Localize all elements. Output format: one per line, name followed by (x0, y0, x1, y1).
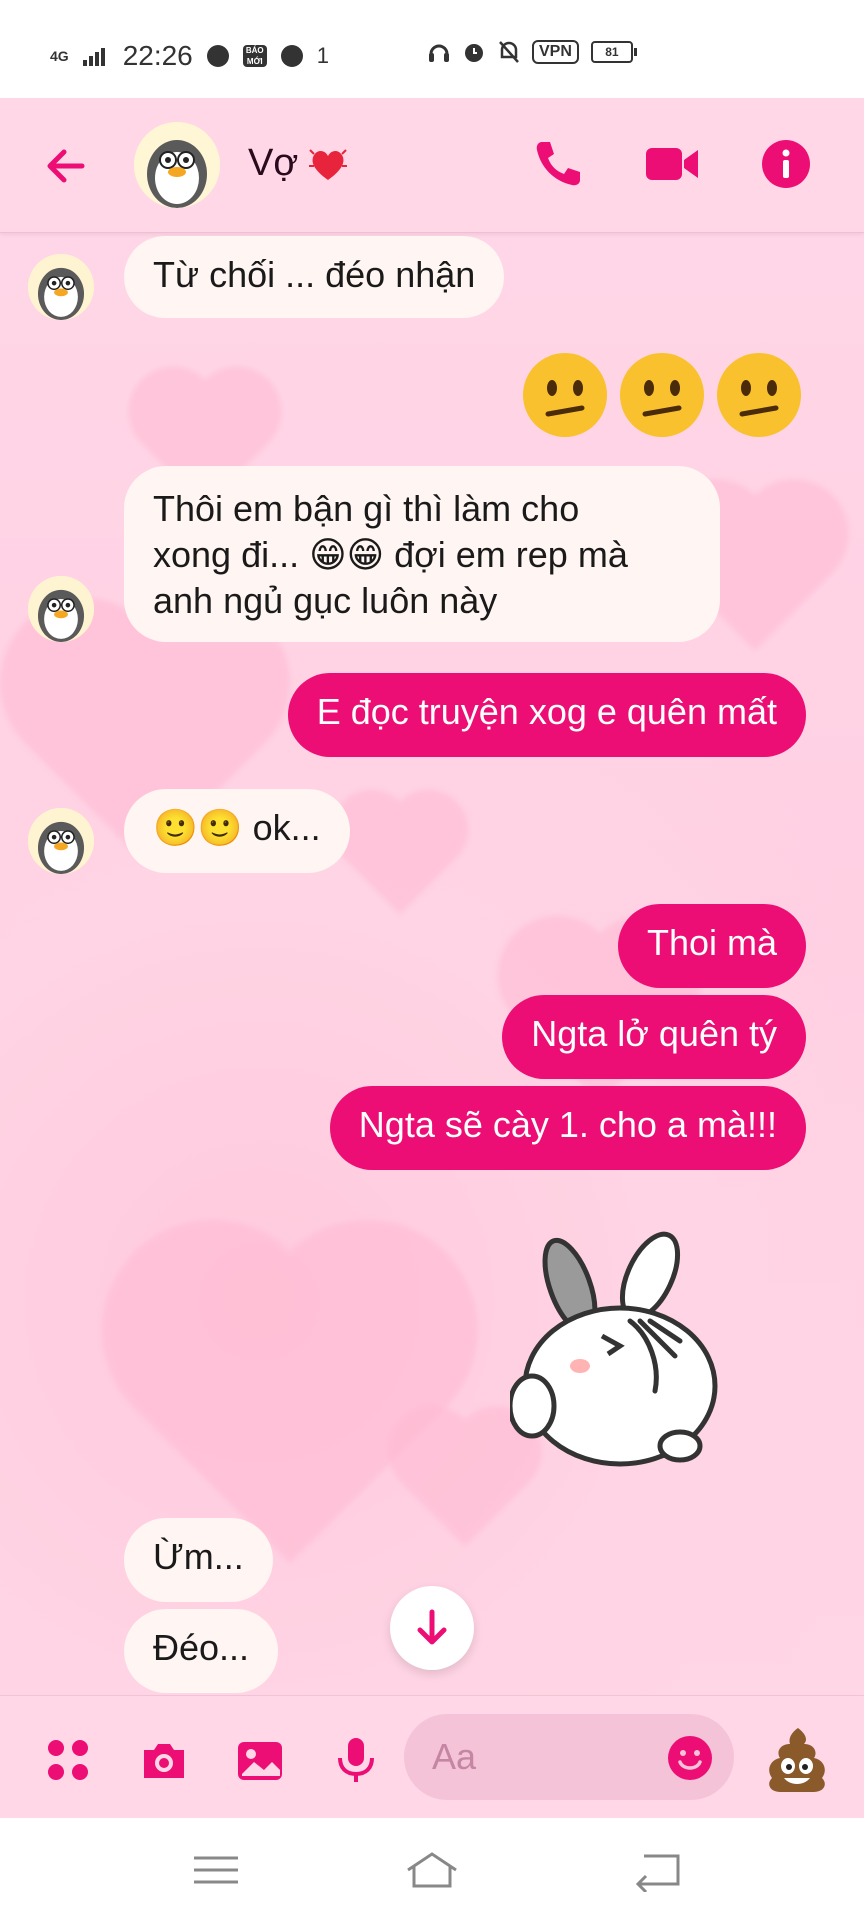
menu-icon[interactable] (186, 1848, 246, 1892)
clock: 22:26 (122, 40, 193, 71)
bunny-facepalm-sticker[interactable] (510, 1226, 740, 1476)
poop-emoji-quick-reaction-icon[interactable] (762, 1724, 832, 1794)
incoming-message[interactable]: 🙂🙂 ok... (124, 789, 350, 873)
camera-icon[interactable] (138, 1734, 190, 1786)
status-bar: 4G 22:26 BÁO MỚI 1 VPN 81 (0, 0, 864, 98)
outgoing-message[interactable]: Thoi mà (617, 904, 806, 988)
back-icon[interactable] (628, 1848, 688, 1892)
penguin-avatar-icon (28, 808, 94, 874)
home-icon[interactable] (402, 1848, 462, 1892)
incoming-message[interactable]: Thôi em bận gì thì làm cho xong đi... 😁😁… (124, 466, 720, 642)
sender-avatar[interactable] (28, 808, 94, 874)
heart-with-sparkles-icon (309, 149, 347, 180)
sender-avatar[interactable] (28, 254, 94, 320)
alarm-icon (465, 44, 483, 62)
outgoing-emoji-message[interactable] (520, 350, 810, 440)
outgoing-message[interactable]: Ngta lở quên tý (502, 995, 806, 1079)
phone-call-icon[interactable] (526, 132, 590, 196)
background-heart (134, 1252, 446, 1564)
confused-face-icon (620, 353, 704, 437)
signal-icon (82, 48, 105, 66)
message-composer: Aa (0, 1695, 864, 1819)
gallery-icon[interactable] (234, 1734, 286, 1786)
headphones-icon (429, 44, 449, 62)
penguin-avatar-icon (134, 122, 220, 208)
scroll-to-bottom-button[interactable] (390, 1586, 474, 1670)
contact-name[interactable]: Vợ (248, 142, 298, 185)
incoming-message[interactable]: Đéo... (124, 1609, 279, 1693)
background-heart (343, 801, 457, 915)
message-line: xong đi... 😁😁 đợi em rep mà (153, 534, 628, 575)
message-line: anh ngủ gục luôn này (153, 580, 498, 621)
leaf-app-icon (280, 45, 303, 67)
sender-avatar[interactable] (28, 576, 94, 642)
video-call-icon[interactable] (640, 132, 704, 196)
battery-indicator: 81 (590, 41, 637, 63)
messenger-notification-icon (206, 45, 229, 67)
more-apps-icon[interactable] (42, 1734, 94, 1786)
microphone-icon[interactable] (330, 1734, 382, 1786)
system-navigation-bar (0, 1818, 864, 1920)
back-arrow-icon[interactable] (38, 138, 94, 194)
outgoing-message[interactable]: Ngta sẽ cày 1. cho a mà!!! (329, 1086, 806, 1170)
notification-count: 1 (316, 43, 330, 68)
penguin-avatar-icon (28, 576, 94, 642)
confused-face-icon (717, 353, 801, 437)
down-arrow-icon (417, 1609, 447, 1645)
network-indicator: 4G (50, 48, 69, 64)
message-input-placeholder: Aa (432, 1736, 477, 1777)
message-input[interactable]: Aa (404, 1714, 734, 1800)
emoji-picker-icon[interactable] (666, 1734, 714, 1782)
penguin-avatar-icon (28, 254, 94, 320)
chat-header: Vợ (0, 98, 864, 233)
info-icon[interactable] (754, 132, 818, 196)
contact-avatar[interactable] (134, 122, 220, 208)
news-app-icon: BÁO MỚI (242, 45, 267, 67)
incoming-message[interactable]: Ừm... (124, 1518, 273, 1602)
vpn-badge: VPN (532, 40, 579, 64)
confused-face-icon (523, 353, 607, 437)
message-line: Thôi em bận gì thì làm cho (153, 488, 580, 529)
incoming-message[interactable]: Từ chối ... đéo nhận (124, 236, 505, 318)
outgoing-message[interactable]: E đọc truyện xog e quên mất (287, 673, 806, 757)
silent-bell-icon (499, 41, 519, 63)
